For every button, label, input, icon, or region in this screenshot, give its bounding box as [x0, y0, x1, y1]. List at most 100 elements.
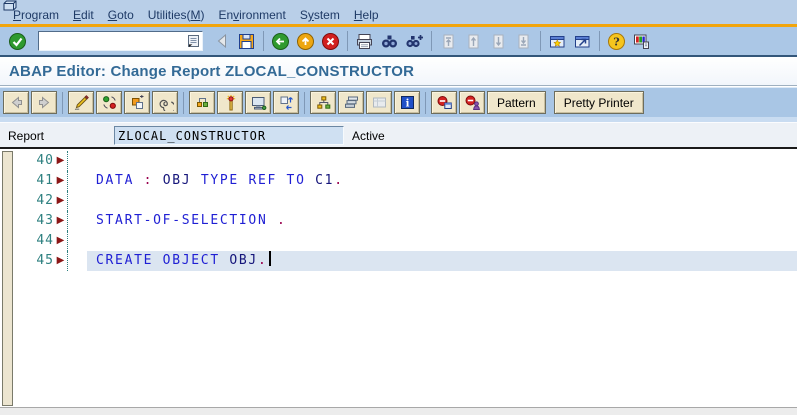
line-number: 42 [36, 193, 54, 208]
toolbar-separator [431, 31, 432, 51]
up-icon [296, 32, 315, 51]
display-stack-button[interactable] [338, 91, 364, 114]
check-button[interactable] [152, 91, 178, 114]
code-line: 45 ▶ CREATE OBJECT OBJ. [14, 251, 797, 271]
code-cell[interactable] [67, 151, 797, 171]
code-line-text[interactable] [87, 191, 797, 211]
create-shortcut-button[interactable] [571, 30, 594, 53]
editor-margin-strip[interactable] [2, 151, 13, 406]
find-button[interactable] [378, 30, 401, 53]
code-segment: DATA [96, 173, 144, 188]
up-button[interactable] [294, 30, 317, 53]
code-cell[interactable]: CREATE OBJECT OBJ. [67, 251, 797, 271]
code-line-text[interactable]: DATA : OBJ TYPE REF TO C1. [87, 171, 797, 191]
copy-button[interactable] [124, 91, 150, 114]
nav-back-button[interactable] [3, 91, 29, 114]
test-button[interactable] [245, 91, 271, 114]
application-toolbar: i Pattern Pretty Printer [0, 87, 797, 117]
menu-item-goto[interactable]: Goto [101, 7, 141, 23]
code-cell[interactable] [67, 191, 797, 211]
breakpoint-button[interactable] [431, 91, 457, 114]
info-button[interactable]: i [394, 91, 420, 114]
new-session-button[interactable] [546, 30, 569, 53]
code-cell[interactable]: DATA : OBJ TYPE REF TO C1. [67, 171, 797, 191]
page-down-icon [489, 32, 508, 51]
session-breakpoint-button[interactable] [459, 91, 485, 114]
test-monitor-icon [250, 94, 267, 111]
code-segment: C1 [315, 173, 335, 188]
activate-button[interactable] [217, 91, 243, 114]
customize-layout-icon [632, 32, 651, 51]
nav-forward-icon [36, 94, 53, 111]
collapse-arrow-icon [217, 34, 227, 48]
line-marker-icon[interactable]: ▶ [54, 151, 67, 171]
code-segment: . [334, 173, 344, 188]
display-change-button[interactable] [68, 91, 94, 114]
nav-back-icon [8, 94, 25, 111]
code-segment: START-OF-SELECTION [96, 213, 278, 228]
page-up-button[interactable] [462, 30, 485, 53]
refresh-button[interactable] [96, 91, 122, 114]
code-line: 42 ▶ [14, 191, 797, 211]
code-cell[interactable] [67, 231, 797, 251]
menu-item-environment[interactable]: Environment [211, 7, 292, 23]
last-page-button[interactable] [512, 30, 535, 53]
standard-toolbar: ? [0, 27, 797, 57]
pattern-button[interactable]: Pattern [487, 91, 546, 114]
where-used-button[interactable] [189, 91, 215, 114]
code-line: 41 ▶ DATA : OBJ TYPE REF TO C1. [14, 171, 797, 191]
page-up-icon [464, 32, 483, 51]
line-marker-icon[interactable]: ▶ [54, 211, 67, 231]
menu-item-edit[interactable]: Edit [66, 7, 101, 23]
line-marker-icon[interactable]: ▶ [54, 191, 67, 211]
line-marker-icon[interactable]: ▶ [54, 171, 67, 191]
command-field[interactable] [38, 31, 203, 51]
pretty-printer-button[interactable]: Pretty Printer [553, 91, 644, 114]
line-number: 41 [36, 173, 54, 188]
line-marker-icon[interactable]: ▶ [54, 231, 67, 251]
find-next-icon [405, 32, 424, 51]
navigate-button[interactable] [273, 91, 299, 114]
toolbar-separator [599, 31, 600, 51]
exit-icon [321, 32, 340, 51]
menu-item-help[interactable]: Help [347, 7, 386, 23]
find-next-button[interactable] [403, 30, 426, 53]
save-icon [237, 32, 256, 51]
new-session-icon [548, 32, 567, 51]
code-line-text[interactable] [87, 231, 797, 251]
menu-item-utilities-m[interactable]: Utilities(M) [141, 7, 212, 23]
menu-item-program[interactable]: Program [6, 7, 66, 23]
nav-forward-button[interactable] [31, 91, 57, 114]
first-page-button[interactable] [437, 30, 460, 53]
copy-icon [129, 94, 146, 111]
command-history-icon[interactable] [187, 34, 200, 48]
enter-button[interactable] [6, 30, 29, 53]
help-button[interactable]: ? [605, 30, 628, 53]
menu-item-system[interactable]: System [293, 7, 347, 23]
code-cell[interactable]: START-OF-SELECTION . [67, 211, 797, 231]
customize-layout-button[interactable] [630, 30, 653, 53]
code-segment: TYPE REF TO [200, 173, 316, 188]
check-spiral-icon [157, 94, 174, 111]
line-marker-icon[interactable]: ▶ [54, 251, 67, 271]
print-button[interactable] [353, 30, 376, 53]
object-list-button[interactable] [310, 91, 336, 114]
code-line-text[interactable] [87, 151, 797, 171]
svg-text:?: ? [613, 35, 619, 48]
report-name-field[interactable] [114, 126, 344, 145]
print-icon [355, 32, 374, 51]
current-code-line-text[interactable]: CREATE OBJECT OBJ. [87, 251, 797, 271]
code-editor[interactable]: 40 ▶ 41 ▶ DATA : OBJ TYPE REF TO C1. 42 ▶ 43 ▶ ST… [0, 147, 797, 407]
save-button[interactable] [235, 30, 258, 53]
svg-text:i: i [405, 99, 409, 110]
exit-button[interactable] [319, 30, 342, 53]
activate-flashlight-icon [222, 94, 239, 111]
code-line: 44 ▶ [14, 231, 797, 251]
code-line-text[interactable]: START-OF-SELECTION . [87, 211, 797, 231]
collapse-toolbar-button[interactable] [210, 30, 233, 53]
worklist-button[interactable] [366, 91, 392, 114]
page-down-button[interactable] [487, 30, 510, 53]
bottom-strip [0, 407, 797, 415]
back-button[interactable] [269, 30, 292, 53]
toolbar-separator [62, 91, 63, 114]
